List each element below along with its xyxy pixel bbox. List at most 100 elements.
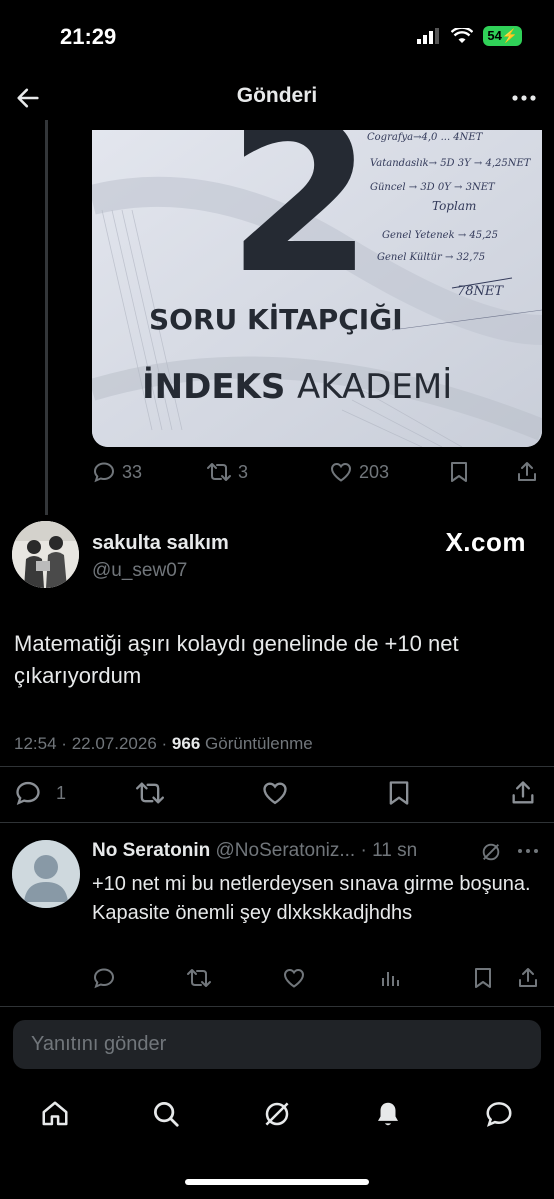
tab-bar [0, 1090, 554, 1142]
reply-count: 33 [122, 461, 143, 482]
grok-icon [265, 1101, 289, 1126]
reply-icon [93, 462, 115, 483]
charging-icon: ⚡ [501, 28, 518, 43]
repost-count: 3 [238, 461, 249, 482]
quoted-post-actions: 33 3 203 [92, 458, 542, 486]
avatar[interactable] [12, 521, 79, 588]
reply-avatar[interactable] [12, 840, 80, 908]
tab-messages[interactable] [484, 1099, 514, 1134]
note-line: Vatandaslık→ 5D 3Y → 4,25NET [370, 158, 532, 169]
watermark: X.com [445, 527, 526, 557]
post-text: Matematiği aşırı kolaydı genelinde de +1… [14, 631, 459, 688]
signal-icon [417, 28, 440, 44]
more-icon [512, 95, 536, 101]
status-time: 21:29 [60, 24, 117, 49]
repost-button[interactable] [134, 779, 166, 807]
tab-notifications[interactable] [373, 1099, 403, 1134]
views-button[interactable] [378, 966, 402, 990]
share-button[interactable] [516, 966, 540, 990]
booklet-photo: 2 SORU KİTAPÇIĞI İNDEKS AKADEMİ Cografya… [92, 130, 542, 447]
divider [0, 766, 554, 767]
note-line: Cografya→4,0 ... 4NET [367, 132, 484, 143]
main-post-actions: 1 [14, 778, 536, 808]
share-icon [518, 462, 536, 481]
post-meta: 12:54 · 22.07.2026 · 966 Görüntülenme [14, 734, 313, 754]
bookmark-button[interactable] [448, 460, 470, 484]
booklet-number: 2 [227, 130, 373, 320]
battery-indicator: 54⚡ [483, 26, 522, 46]
share-icon [519, 968, 537, 987]
reply-author-handle[interactable]: @NoSeratoniz... [216, 840, 356, 861]
post-image[interactable]: 2 SORU KİTAPÇIĞI İNDEKS AKADEMİ Cografya… [92, 130, 542, 447]
battery-level: 54 [487, 28, 502, 43]
home-icon [42, 1101, 68, 1125]
like-button[interactable] [260, 779, 290, 807]
home-indicator [185, 1179, 369, 1185]
like-count: 203 [359, 461, 390, 482]
reply-count: 1 [56, 782, 67, 803]
reply-button[interactable] [92, 966, 116, 990]
post-time: 12:54 [14, 734, 57, 753]
tab-search[interactable] [151, 1099, 181, 1134]
reply-button[interactable]: 33 [92, 460, 142, 484]
bookmark-icon [475, 968, 491, 988]
reply-header: No Seratonin @NoSeratoniz... · 11 sn [92, 840, 512, 862]
note-line: Genel Yetenek → 45,25 [382, 230, 498, 241]
bookmark-icon [389, 781, 409, 805]
divider [0, 1006, 554, 1007]
repost-icon [136, 782, 164, 804]
thread-line [45, 120, 48, 515]
brand-light: AKADEMİ [297, 367, 452, 407]
meta-separator: · [61, 734, 67, 753]
reply-composer[interactable] [13, 1020, 541, 1069]
share-button[interactable] [509, 779, 537, 807]
reply-time: 11 sn [372, 840, 418, 861]
post-date: 22.07.2026 [71, 734, 157, 753]
reply-icon [16, 781, 40, 805]
grok-icon [482, 843, 500, 861]
repost-button[interactable]: 3 [206, 460, 248, 484]
view-count: 966 [171, 734, 201, 753]
repost-icon [207, 463, 231, 481]
reply-button[interactable]: 1 [14, 779, 66, 807]
booklet-title: SORU KİTAPÇIĞI [149, 302, 403, 336]
like-button[interactable] [282, 966, 306, 990]
bookmark-button[interactable] [472, 966, 494, 990]
tab-grok[interactable] [262, 1099, 292, 1134]
notifications-icon [377, 1102, 398, 1125]
like-button[interactable]: 203 [329, 460, 389, 484]
avatar-photo [12, 521, 79, 588]
note-line: Genel Kültür → 32,75 [377, 252, 485, 263]
reply-author-name[interactable]: No Seratonin [92, 840, 210, 861]
repost-button[interactable] [186, 966, 212, 990]
share-button[interactable] [515, 460, 539, 484]
reply-text: +10 net mi bu netlerdeysen sınava girme … [92, 873, 531, 924]
heart-icon [263, 782, 287, 805]
meta-separator: · [360, 840, 367, 861]
messages-icon [486, 1101, 512, 1127]
analytics-icon [382, 972, 399, 986]
bookmark-icon [451, 462, 467, 482]
brand-bold: İNDEKS [142, 366, 285, 407]
grok-button[interactable] [480, 841, 502, 868]
more-icon [518, 849, 538, 853]
divider [0, 822, 554, 823]
repost-icon [187, 969, 211, 987]
heart-icon [283, 968, 305, 988]
author-name[interactable]: sakulta salkım [92, 532, 229, 555]
more-options-button[interactable] [510, 86, 538, 115]
page-title: Gönderi [236, 84, 318, 107]
reply-more-button[interactable] [516, 844, 540, 863]
status-icons: 54⚡ [417, 26, 522, 46]
reply-input[interactable] [13, 1020, 529, 1069]
note-line: Toplam [432, 199, 476, 213]
heart-icon [330, 462, 352, 482]
tab-home[interactable] [40, 1099, 70, 1134]
bookmark-button[interactable] [386, 779, 412, 807]
views-label: Görüntülenme [205, 734, 313, 753]
default-avatar-icon [12, 840, 80, 908]
search-icon [154, 1101, 179, 1127]
meta-separator: · [161, 734, 168, 753]
author-handle[interactable]: @u_sew07 [92, 560, 187, 582]
note-line: Güncel → 3D 0Y → 3NET [370, 182, 496, 193]
